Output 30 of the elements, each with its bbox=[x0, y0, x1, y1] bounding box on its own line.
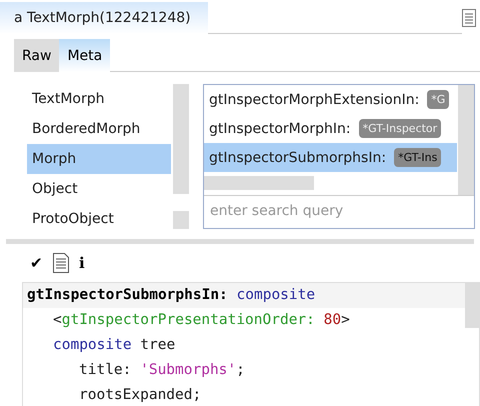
class-item[interactable]: Object bbox=[27, 174, 172, 204]
window-title: a TextMorph(122421248) bbox=[0, 2, 208, 34]
method-name: gtInspectorSubmorphsIn: bbox=[209, 150, 386, 166]
tab[interactable]: Meta bbox=[59, 39, 110, 72]
class-item[interactable]: Morph bbox=[27, 144, 172, 174]
method-item[interactable]: gtInspectorMorphExtensionIn: *G bbox=[204, 85, 457, 114]
document-icon[interactable] bbox=[53, 253, 69, 273]
tab[interactable]: Raw bbox=[14, 39, 60, 72]
code-editor[interactable]: gtInspectorSubmorphsIn: composite <gtInspectorPresentationOrder: 80> composite tree title: 'Submorphs'; rootsExpanded; bbox=[22, 282, 480, 406]
info-button[interactable]: i bbox=[79, 254, 85, 272]
code-line: <gtInspectorPresentationOrder: 80> bbox=[52, 311, 351, 330]
document-icon[interactable] bbox=[462, 8, 476, 26]
class-item[interactable]: TextMorph bbox=[27, 84, 172, 114]
code-line: title: 'Submorphs'; bbox=[78, 361, 246, 380]
scrollbar[interactable] bbox=[465, 283, 479, 328]
code-line: composite tree bbox=[52, 336, 176, 355]
scrollbar[interactable] bbox=[458, 85, 474, 195]
scrollbar[interactable] bbox=[204, 176, 314, 190]
method-name: gtInspectorMorphIn: bbox=[209, 120, 351, 136]
method-item[interactable]: gtInspectorMorphIn: *GT-Inspector bbox=[204, 114, 457, 143]
package-tag: *GT-Inspector bbox=[358, 119, 442, 138]
method-item[interactable]: gtInspectorSubmorphsIn: *GT-Ins bbox=[204, 143, 457, 172]
package-tag: *G bbox=[427, 90, 450, 109]
scrollbar[interactable] bbox=[171, 84, 189, 229]
accept-button[interactable]: ✔ bbox=[30, 254, 43, 272]
package-tag: *GT-Ins bbox=[394, 148, 442, 167]
class-item[interactable]: BorderedMorph bbox=[27, 114, 172, 144]
code-line: rootsExpanded; bbox=[78, 386, 202, 405]
method-name: gtInspectorMorphExtensionIn: bbox=[209, 92, 420, 108]
class-item[interactable]: ProtoObject bbox=[27, 204, 172, 234]
